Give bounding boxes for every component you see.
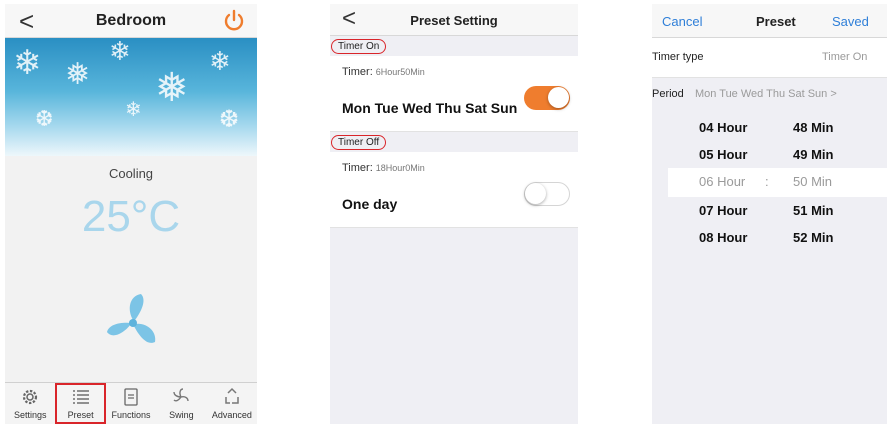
snowflake-banner: ❄ ❅ ❄ ❅ ❄ ❆ ❄ ❆ — [5, 38, 257, 156]
timer-type-label: Timer type — [652, 51, 704, 63]
nav-bar: Cancel Preset Saved — [652, 4, 887, 38]
picker-row[interactable]: 04 Hour 48 Min — [652, 114, 887, 141]
tab-label: Swing — [169, 410, 194, 420]
preset-setting-screen: < Preset Setting Timer On Timer: 6Hour50M… — [330, 4, 578, 424]
timer-off-label: Timer Off — [331, 135, 387, 150]
saved-button[interactable]: Saved — [832, 14, 869, 29]
snowflake-icon: ❆ — [35, 106, 54, 131]
period-label: Period — [652, 88, 684, 100]
timer-off-days: One day — [342, 196, 398, 212]
swing-icon — [173, 388, 190, 402]
snowflake-icon: ❅ — [65, 58, 91, 91]
picker-separator: : — [765, 174, 769, 189]
timer-off-duration: Timer: 18Hour0Min — [342, 162, 425, 174]
timer-on-card[interactable]: Timer: 6Hour50Min Mon Tue Wed Thu Sat Sun — [330, 56, 578, 132]
tab-label: Advanced — [211, 410, 252, 420]
timer-off-toggle[interactable] — [524, 182, 570, 206]
snowflake-icon: ❄ — [125, 99, 142, 121]
picker-minute: 52 Min — [793, 230, 834, 245]
document-icon — [124, 388, 138, 406]
picker-minute: 50 Min — [793, 174, 833, 189]
snowflake-icon: ❅ — [155, 66, 189, 110]
temperature-display: 25°C — [81, 192, 181, 241]
cancel-button[interactable]: Cancel — [662, 14, 702, 29]
tab-settings[interactable]: Settings — [5, 383, 55, 424]
tab-bar: Settings Preset Functions Swing Advanced — [5, 382, 257, 424]
room-title: Bedroom — [95, 12, 167, 29]
time-picker[interactable]: 04 Hour 48 Min 05 Hour 49 Min 06 Hour : … — [652, 114, 887, 424]
picker-minute: 48 Min — [793, 120, 834, 135]
snowflake-icon: ❄ — [109, 38, 131, 66]
picker-hour: 05 Hour — [699, 147, 748, 162]
gear-icon — [23, 389, 38, 405]
power-icon[interactable] — [221, 8, 247, 34]
fan-icon — [107, 294, 156, 343]
toggle-knob — [548, 87, 569, 108]
tab-functions[interactable]: Functions — [106, 383, 156, 424]
page-title: Preset Setting — [410, 13, 498, 28]
period-row[interactable]: Period Mon Tue Wed Thu Sat Sun > — [652, 78, 887, 114]
picker-row-selected[interactable]: 06 Hour : 50 Min — [668, 168, 887, 197]
page-title: Preset — [756, 14, 796, 29]
timer-off-card[interactable]: Timer: 18Hour0Min One day — [330, 152, 578, 228]
tab-swing[interactable]: Swing — [156, 383, 206, 424]
picker-hour: 07 Hour — [699, 203, 748, 218]
snowflake-icon: ❄ — [13, 44, 42, 82]
picker-row[interactable]: 07 Hour 51 Min — [652, 197, 887, 224]
preset-edit-screen: Cancel Preset Saved Timer type Timer On … — [652, 4, 887, 424]
timer-type-value: Timer On — [822, 51, 868, 63]
recycle-icon — [225, 387, 239, 404]
timer-on-duration: Timer: 6Hour50Min — [342, 66, 425, 78]
nav-bar: < Bedroom — [5, 4, 257, 38]
list-icon — [72, 390, 89, 404]
period-value: Mon Tue Wed Thu Sat Sun > — [695, 88, 837, 100]
picker-hour: 06 Hour — [699, 174, 746, 189]
timer-label: Timer: — [342, 162, 373, 174]
ac-control-screen: < Bedroom ❄ ❅ ❄ ❅ ❄ ❆ ❄ ❆ Cooling 25°C S… — [5, 4, 257, 424]
nav-bar: < Preset Setting — [330, 4, 578, 36]
toggle-knob — [525, 183, 546, 204]
mode-label: Cooling — [108, 166, 154, 181]
picker-minute: 51 Min — [793, 203, 834, 218]
timer-value: 18Hour0Min — [375, 163, 425, 173]
timer-type-row[interactable]: Timer type Timer On — [652, 38, 887, 78]
picker-row[interactable]: 05 Hour 49 Min — [652, 141, 887, 168]
picker-row[interactable]: 08 Hour 52 Min — [652, 224, 887, 251]
timer-on-label: Timer On — [331, 39, 387, 54]
timer-on-section-header: Timer On — [330, 36, 578, 56]
timer-label: Timer: — [342, 66, 373, 78]
picker-hour: 04 Hour — [699, 120, 748, 135]
tab-label: Functions — [111, 410, 151, 420]
tab-advanced[interactable]: Advanced — [207, 383, 257, 424]
tab-label: Settings — [13, 410, 47, 420]
snowflake-icon: ❄ — [209, 46, 231, 76]
snowflake-icon: ❆ — [219, 106, 240, 133]
tab-label: Preset — [67, 410, 94, 420]
picker-minute: 49 Min — [793, 147, 834, 162]
timer-on-days: Mon Tue Wed Thu Sat Sun — [342, 100, 518, 116]
timer-on-toggle[interactable] — [524, 86, 570, 110]
timer-value: 6Hour50Min — [375, 67, 425, 77]
picker-hour: 08 Hour — [699, 230, 748, 245]
tab-preset[interactable]: Preset — [55, 383, 106, 424]
timer-off-section-header: Timer Off — [330, 132, 578, 152]
